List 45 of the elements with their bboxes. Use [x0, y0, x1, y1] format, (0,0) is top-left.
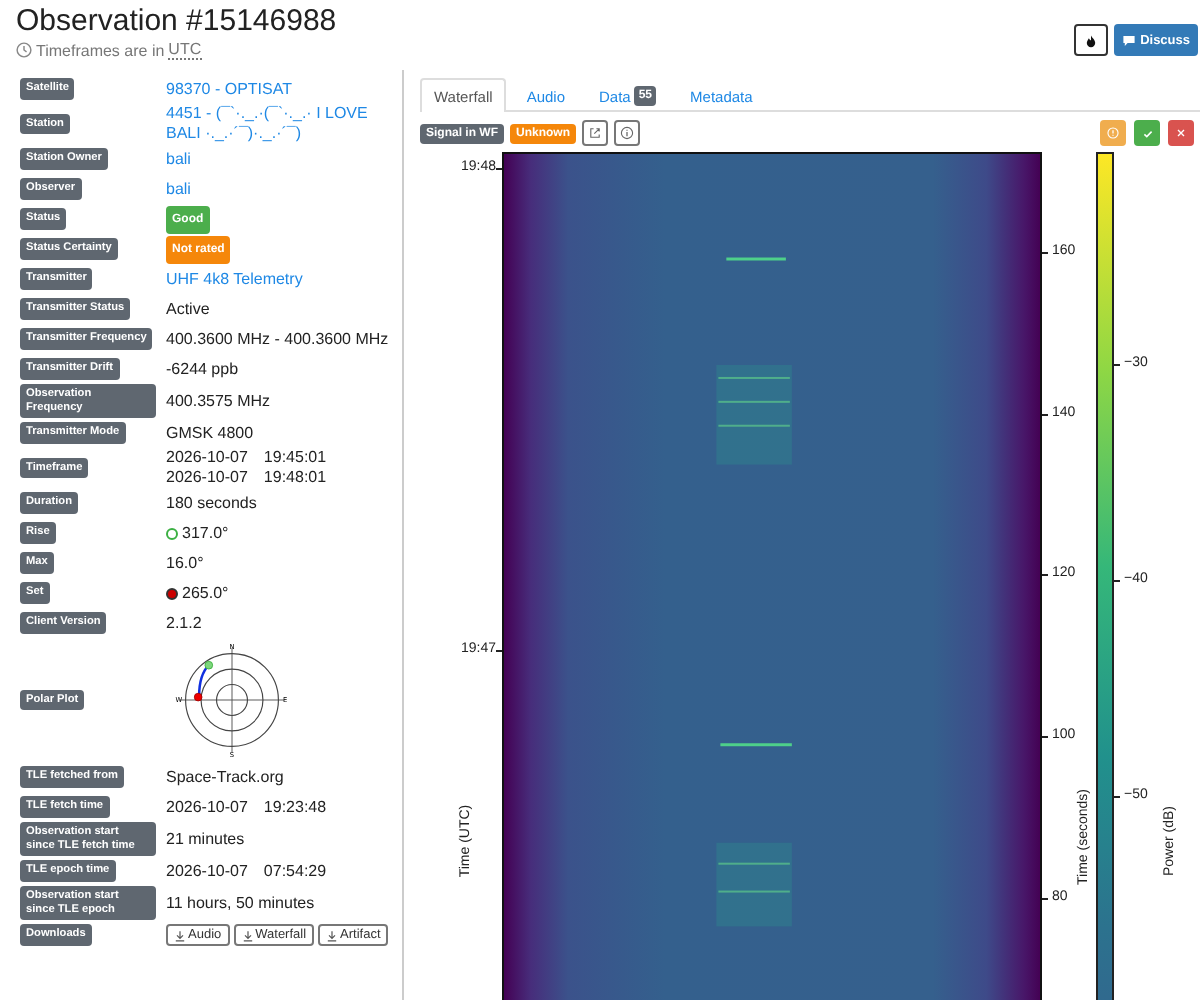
field-link[interactable]: bali — [166, 149, 191, 169]
time-value: 19:45:01 — [263, 448, 327, 466]
field-value: 265.0° — [182, 583, 229, 603]
field-link[interactable]: 4451 - (¯`·._.·(¯`·._.· I LOVE BALI ·._.·´¯)·._.·´¯) — [166, 104, 402, 144]
field-value: 11 hours, 50 minutes — [166, 893, 315, 913]
warning-icon — [1106, 126, 1120, 140]
field-link[interactable]: 98370 - OPTISAT — [166, 79, 292, 99]
close-button[interactable] — [1168, 120, 1194, 146]
date-value: 2026-10-07 — [166, 797, 248, 815]
field-value: 317.0° — [182, 523, 229, 543]
timeframes-note: Timeframes are in — [36, 41, 165, 59]
time-value: 19:23:48 — [263, 797, 327, 815]
close-icon — [1176, 128, 1186, 138]
external-link-icon — [588, 126, 602, 140]
download-icon — [174, 929, 186, 941]
field-value: Space-Track.org — [166, 767, 284, 787]
field-value: -6244 ppb — [166, 359, 239, 379]
download-icon — [326, 929, 339, 941]
timezone-abbreviation: UTC — [168, 40, 202, 60]
speech-bubble-icon — [1122, 33, 1137, 47]
check-button[interactable] — [1134, 120, 1160, 146]
field-value: 2.1.2 — [166, 613, 202, 633]
field-value: Active — [166, 299, 210, 319]
info-button[interactable] — [614, 120, 640, 146]
page-title: Observation #15146988 — [16, 4, 337, 38]
field-link[interactable]: bali — [166, 179, 191, 199]
field-value: 400.3600 MHz - 400.3600 MHz — [166, 329, 389, 349]
flame-icon — [1084, 33, 1099, 47]
date-value: 2026-10-07 — [166, 861, 248, 879]
field-link[interactable]: UHF 4k8 Telemetry — [166, 269, 303, 289]
field-value: 400.3575 MHz — [166, 391, 271, 411]
flame-button[interactable] — [1074, 24, 1109, 56]
field-value: 16.0° — [166, 553, 204, 573]
info-icon — [620, 126, 634, 140]
time-value: 19:48:01 — [263, 468, 327, 486]
field-value: GMSK 4800 — [166, 423, 254, 443]
field-value: 21 minutes — [166, 829, 245, 849]
clock-icon — [16, 42, 32, 58]
check-icon — [1141, 127, 1153, 139]
field-value: 180 seconds — [166, 493, 257, 513]
date-value: 2026-10-07 — [166, 468, 248, 486]
time-value: 07:54:29 — [263, 861, 327, 879]
external-link-button[interactable] — [582, 120, 608, 146]
download-icon — [241, 929, 254, 941]
date-value: 2026-10-07 — [166, 448, 248, 466]
